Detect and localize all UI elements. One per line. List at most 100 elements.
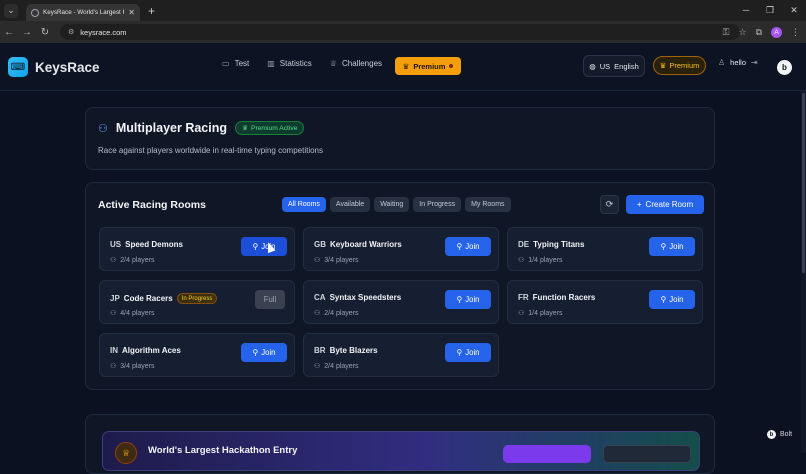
window-controls: ─ ❐ ✕	[734, 0, 806, 21]
join-label: Join	[261, 348, 276, 357]
trophy-icon: ♕	[329, 59, 337, 68]
password-key-icon[interactable]: ⚿	[723, 27, 730, 38]
user-plus-icon: ⚲	[252, 242, 259, 251]
nav-test[interactable]: ▭ Test	[222, 59, 249, 68]
globe-icon: ◍	[589, 61, 596, 71]
hackathon-title: World's Largest Hackathon Entry	[148, 445, 298, 456]
profile-avatar[interactable]: A	[771, 26, 782, 38]
tab-close-icon[interactable]: ✕	[128, 8, 135, 17]
tab-title: KeysRace - World's Largest Hackatho	[43, 9, 124, 16]
join-button[interactable]: ⚲ Join	[241, 237, 287, 256]
users-icon: ⚇	[314, 310, 321, 317]
language-label: English	[614, 61, 639, 71]
room-players: 2/4 players	[324, 309, 359, 317]
join-button[interactable]: ⚲ Join	[649, 237, 695, 256]
rooms-title: Active Racing Rooms	[98, 199, 206, 211]
bolt-label: Bolt	[780, 431, 793, 438]
window-close-icon[interactable]: ✕	[782, 0, 806, 21]
bolt-badge-icon[interactable]: b	[777, 60, 792, 75]
room-card: IN Algorithm Aces ⚇ 3/4 players ⚲ Join	[99, 333, 295, 377]
room-name: Function Racers	[532, 293, 596, 302]
filter-in-progress[interactable]: In Progress	[413, 197, 462, 212]
filter-all-rooms[interactable]: All Rooms	[282, 197, 326, 212]
room-card: FR Function Racers ⚇ 1/4 players ⚲ Join	[507, 280, 703, 324]
hackathon-primary-button[interactable]	[503, 445, 591, 463]
users-icon: ⚇	[110, 363, 117, 370]
app-name: KeysRace	[35, 59, 100, 75]
country-code: CA	[314, 293, 326, 302]
room-name: Syntax Speedsters	[329, 293, 402, 302]
join-button[interactable]: ⚲ Join	[241, 343, 287, 362]
bolt-icon: b	[767, 430, 776, 439]
filter-available[interactable]: Available	[329, 197, 371, 212]
join-button[interactable]: ⚲ Join	[649, 290, 695, 309]
back-icon[interactable]: ←	[0, 27, 18, 38]
nav-statistics-label: Statistics	[279, 59, 312, 68]
username: hello	[730, 58, 747, 67]
maximize-icon[interactable]: ❐	[758, 0, 782, 21]
users-icon: ⚇	[110, 257, 117, 264]
trophy-icon: ♕	[115, 442, 137, 464]
room-players: 1/4 players	[528, 256, 563, 264]
join-button[interactable]: ⚲ Join	[445, 343, 491, 362]
join-label: Join	[465, 348, 480, 357]
users-icon: ⚇	[110, 310, 117, 317]
app-logo[interactable]: ⌨ KeysRace	[8, 57, 100, 77]
hackathon-secondary-button[interactable]	[603, 445, 691, 463]
logout-icon[interactable]: ⇥	[751, 58, 758, 67]
premium-badge-label: Premium	[669, 61, 700, 70]
page-subtitle: Race against players worldwide in real-t…	[98, 146, 323, 155]
country-code: BR	[314, 346, 326, 355]
page-scrollbar[interactable]	[801, 91, 806, 453]
browser-tab-strip: ⌄ KeysRace - World's Largest Hackatho ✕ …	[0, 0, 806, 21]
forward-icon[interactable]: →	[18, 27, 36, 38]
url-text: keysrace.com	[80, 27, 127, 37]
premium-button-label: Premium	[413, 61, 446, 71]
address-bar[interactable]: ⚙ keysrace.com	[60, 24, 740, 40]
new-tab-icon[interactable]: +	[148, 4, 155, 18]
refresh-icon: ⟳	[605, 199, 614, 209]
extensions-icon[interactable]: ⧉	[756, 27, 762, 38]
minimize-icon[interactable]: ─	[734, 0, 758, 21]
nav-statistics[interactable]: ▥ Statistics	[267, 59, 312, 68]
join-button[interactable]: ⚲ Join	[445, 290, 491, 309]
browser-toolbar: ← → ↻ ⚙ keysrace.com ⚿ ☆ ⧉ A ⋮	[0, 21, 806, 43]
main-nav: ▭ Test ▥ Statistics ♕ Challenges	[222, 59, 382, 68]
multiplayer-header-panel: ⚇ Multiplayer Racing ♛ Premium Active Ra…	[85, 107, 715, 170]
premium-dot-icon	[449, 64, 454, 68]
room-card: BR Byte Blazers ⚇ 2/4 players ⚲ Join	[303, 333, 499, 377]
country-code: IN	[110, 346, 118, 355]
bolt-footer-badge[interactable]: b Bolt	[767, 430, 792, 439]
user-menu[interactable]: ♙ hello ⇥	[718, 58, 758, 67]
room-name: Speed Demons	[125, 240, 183, 249]
join-label: Join	[465, 295, 480, 304]
keyboard-icon: ▭	[222, 59, 230, 68]
room-players: 2/4 players	[120, 256, 155, 264]
user-plus-icon: ⚲	[252, 348, 259, 357]
crown-icon: ♛	[659, 61, 667, 70]
room-card: JP Code Racers In Progress ⚇ 4/4 players Fu…	[99, 280, 295, 324]
bookmark-star-icon[interactable]: ☆	[738, 27, 746, 38]
user-plus-icon: ⚲	[456, 242, 463, 251]
filter-waiting[interactable]: Waiting	[374, 197, 410, 212]
browser-menu-icon[interactable]: ⋮	[791, 27, 800, 38]
language-selector[interactable]: ◍ US English	[583, 55, 645, 77]
plus-icon: +	[636, 200, 642, 209]
users-icon: ⚇	[314, 257, 321, 264]
room-players: 3/4 players	[324, 256, 359, 264]
refresh-button[interactable]: ⟳	[600, 195, 619, 214]
nav-challenges[interactable]: ♕ Challenges	[330, 59, 382, 68]
room-name: Keyboard Warriors	[330, 240, 402, 249]
browser-tab[interactable]: KeysRace - World's Largest Hackatho ✕	[26, 4, 140, 21]
site-info-icon[interactable]: ⚙	[68, 28, 74, 36]
scrollbar-thumb[interactable]	[802, 93, 805, 273]
room-card: GB Keyboard Warriors ⚇ 3/4 players ⚲ Join	[303, 227, 499, 271]
premium-button[interactable]: ♛ Premium	[395, 57, 461, 75]
room-name: Algorithm Aces	[122, 346, 181, 355]
create-room-button[interactable]: + Create Room	[626, 195, 704, 214]
filter-my-rooms[interactable]: My Rooms	[465, 197, 511, 212]
join-button[interactable]: ⚲ Join	[445, 237, 491, 256]
room-name: Byte Blazers	[329, 346, 378, 355]
reload-icon[interactable]: ↻	[36, 27, 54, 38]
tab-search-icon[interactable]: ⌄	[4, 3, 18, 18]
